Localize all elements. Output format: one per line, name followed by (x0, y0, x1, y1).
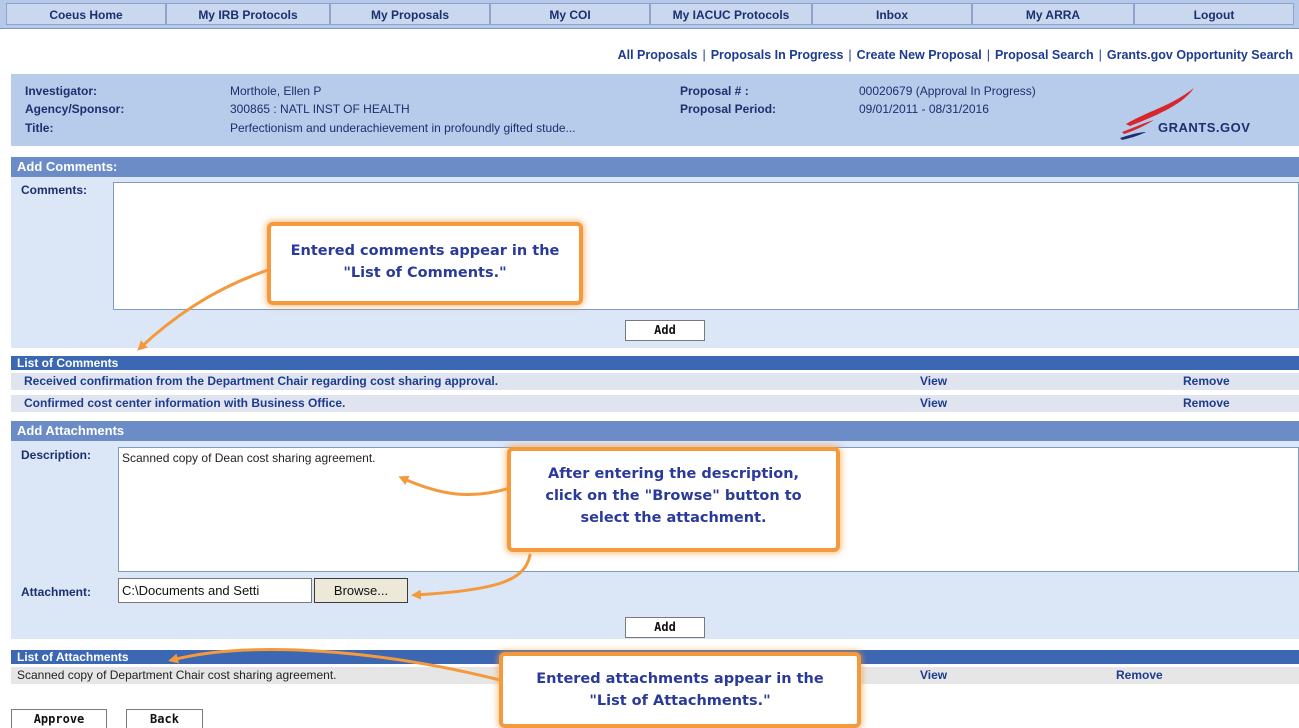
attachment-remove-link[interactable]: Remove (1116, 667, 1163, 684)
comments-callout: Entered comments appear in the "List of … (267, 222, 583, 305)
add-attachments-header: Add Attachments (11, 421, 1299, 441)
comment-remove-link[interactable]: Remove (1183, 373, 1230, 390)
comments-label: Comments: (21, 183, 88, 197)
proposal-period-value: 09/01/2011 - 08/31/2016 (859, 102, 989, 116)
agency-label: Agency/Sponsor: (25, 102, 125, 116)
grants-gov-logo: GRANTS.GOV (1116, 82, 1296, 142)
proposal-subnav: All Proposals | Proposals In Progress | Crea… (0, 44, 1299, 70)
subnav-proposals-in-progress[interactable]: Proposals In Progress (711, 48, 844, 62)
add-comments-panel: Comments: Add (11, 177, 1299, 348)
investigator-label: Investigator: (25, 84, 98, 98)
nav-logout[interactable]: Logout (1134, 3, 1294, 25)
subnav-grants-gov-search[interactable]: Grants.gov Opportunity Search (1107, 48, 1293, 62)
title-label: Title: (25, 121, 54, 135)
add-comment-button[interactable]: Add (625, 320, 705, 341)
approve-button[interactable]: Approve (11, 709, 107, 728)
browse-button[interactable]: Browse... (314, 578, 408, 603)
proposal-info-panel: Investigator: Morthole, Ellen P Agency/S… (11, 74, 1299, 146)
comment-remove-link[interactable]: Remove (1183, 395, 1230, 412)
add-attachment-button[interactable]: Add (625, 617, 705, 638)
subnav-separator: | (1098, 48, 1102, 62)
nav-my-coi[interactable]: My COI (490, 3, 650, 25)
subnav-create-new-proposal[interactable]: Create New Proposal (857, 48, 982, 62)
comment-view-link[interactable]: View (920, 395, 947, 412)
nav-my-iacuc-protocols[interactable]: My IACUC Protocols (650, 3, 812, 25)
nav-inbox[interactable]: Inbox (812, 3, 972, 25)
attachment-label: Attachment: (21, 585, 92, 599)
nav-my-arra[interactable]: My ARRA (972, 3, 1134, 25)
attachments-callout: Entered attachments appear in the "List … (499, 652, 861, 728)
grants-gov-logo-text: GRANTS.GOV (1158, 120, 1251, 135)
subnav-all-proposals[interactable]: All Proposals (618, 48, 698, 62)
proposal-number-label: Proposal # : (680, 84, 749, 98)
comment-row: Confirmed cost center information with B… (11, 395, 1299, 412)
comment-text: Confirmed cost center information with B… (24, 396, 346, 410)
nav-coeus-home[interactable]: Coeus Home (6, 3, 166, 25)
list-of-comments-header: List of Comments (11, 356, 1299, 370)
subnav-separator: | (986, 48, 990, 62)
investigator-value: Morthole, Ellen P (230, 84, 322, 98)
attachment-view-link[interactable]: View (920, 667, 947, 684)
comment-text: Received confirmation from the Departmen… (24, 374, 499, 388)
agency-value: 300865 : NATL INST OF HEALTH (230, 102, 410, 116)
nav-spacer (0, 29, 1299, 44)
proposal-number-value: 00020679 (Approval In Progress) (859, 84, 1036, 98)
title-value: Perfectionism and underachievement in pr… (230, 121, 576, 135)
subnav-separator: | (702, 48, 706, 62)
subnav-proposal-search[interactable]: Proposal Search (995, 48, 1094, 62)
proposal-period-label: Proposal Period: (680, 102, 777, 116)
comment-view-link[interactable]: View (920, 373, 947, 390)
attachment-file-input[interactable]: C:\Documents and Setti (118, 578, 312, 603)
nav-my-irb-protocols[interactable]: My IRB Protocols (166, 3, 330, 25)
back-button[interactable]: Back (126, 709, 203, 728)
description-label: Description: (21, 448, 92, 462)
subnav-separator: | (848, 48, 852, 62)
browse-callout: After entering the description, click on… (507, 447, 840, 552)
nav-my-proposals[interactable]: My Proposals (330, 3, 490, 25)
top-nav: Coeus Home My IRB Protocols My Proposals… (0, 0, 1299, 29)
comment-row: Received confirmation from the Departmen… (11, 373, 1299, 390)
add-comments-header: Add Comments: (11, 157, 1299, 177)
attachment-text: Scanned copy of Department Chair cost sh… (17, 668, 337, 682)
